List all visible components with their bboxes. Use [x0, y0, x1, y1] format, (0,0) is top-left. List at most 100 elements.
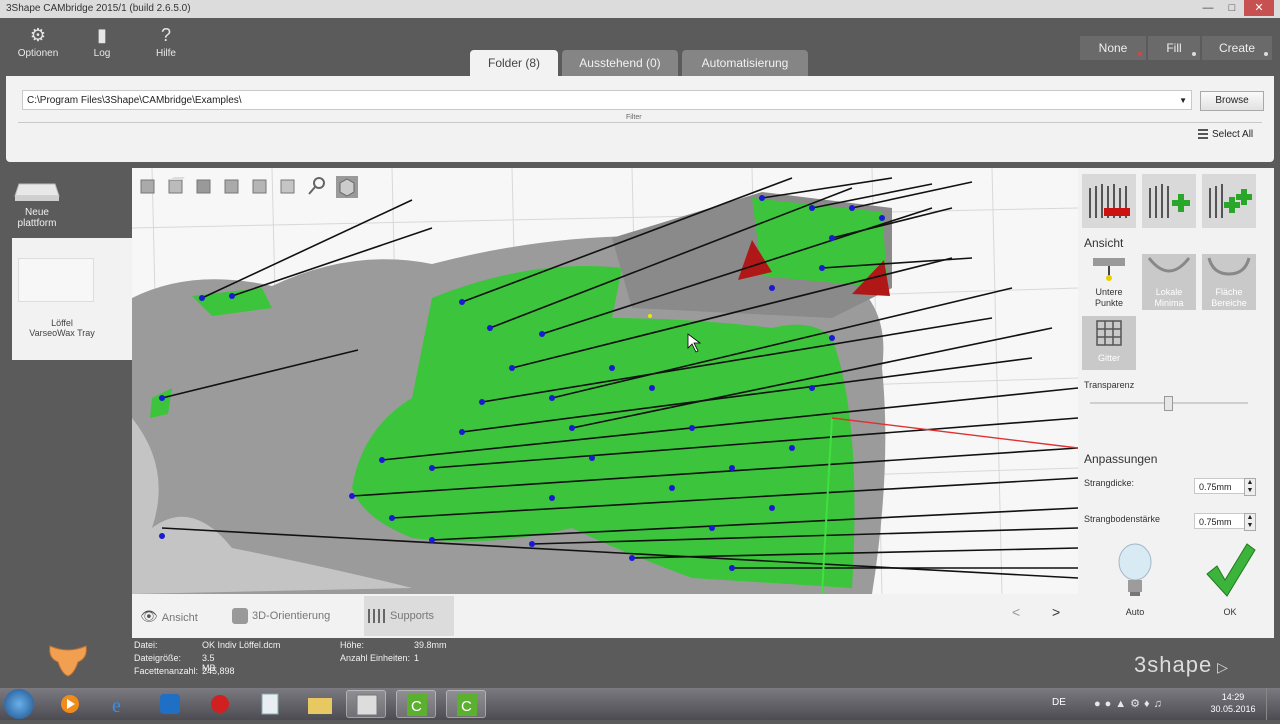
tab-pending[interactable]: Ausstehend (0): [562, 50, 678, 76]
view-front-icon[interactable]: [138, 176, 158, 196]
view-right-icon[interactable]: [222, 176, 242, 196]
maximize-button[interactable]: □: [1220, 0, 1244, 16]
grid-icon: [1096, 320, 1122, 346]
view-heading: Ansicht: [1084, 236, 1124, 250]
grid-toggle-button[interactable]: Gitter: [1082, 316, 1136, 370]
tab-view[interactable]: 👁 Ansicht: [140, 596, 230, 636]
options-label: Optionen: [17, 48, 59, 59]
tab-3d-orientation[interactable]: 3D-Orientierung: [232, 596, 352, 636]
tray-name-line2: VarseoWax Tray: [29, 328, 95, 338]
options-button[interactable]: ⚙ Optionen: [8, 22, 68, 59]
transparency-label: Transparenz: [1084, 380, 1135, 390]
status-dot: [1264, 52, 1268, 56]
strand-thickness-spinner[interactable]: ▲ ▼: [1244, 478, 1256, 496]
strand-base-thickness-spinner[interactable]: ▲ ▼: [1244, 513, 1256, 531]
tray-item[interactable]: Löffel VarseoWax Tray: [12, 238, 132, 360]
bottom-tab-bar: 👁 Ansicht 3D-Orientierung Supports < >: [132, 594, 1078, 638]
browser-icon[interactable]: e: [100, 690, 140, 718]
view-top-icon[interactable]: [250, 176, 270, 196]
main-toolbar: ⚙ Optionen ▮ Log ? Hilfe Folder (8) Auss…: [0, 18, 1280, 76]
tab-folder-label: Folder (8): [487, 56, 540, 70]
question-icon: ?: [160, 25, 171, 45]
orientation-icon: [232, 608, 248, 625]
lower-points-button[interactable]: Untere Punkte: [1082, 254, 1136, 310]
clock-date: 30.05.2016: [1210, 704, 1256, 714]
create-label: Create: [1218, 41, 1256, 55]
flat-areas-icon: [1207, 257, 1251, 276]
clock[interactable]: 14:29 30.05.2016: [1210, 691, 1256, 715]
media-player-icon[interactable]: [50, 690, 90, 718]
close-button[interactable]: ✕: [1244, 0, 1274, 16]
tray-icons[interactable]: ●●▲⚙♦♫: [1094, 697, 1166, 710]
lower-points-icon: [1093, 258, 1125, 281]
teamviewer-icon[interactable]: [150, 690, 190, 718]
minimize-button[interactable]: —: [1196, 0, 1220, 16]
filter-toggle[interactable]: Filter: [626, 114, 642, 121]
add-support-icon[interactable]: [1142, 174, 1196, 228]
auto-label: Auto: [1125, 607, 1145, 617]
create-button[interactable]: Create: [1202, 36, 1272, 60]
view-left-icon[interactable]: [194, 176, 214, 196]
pdf-icon[interactable]: [200, 690, 240, 718]
auto-button[interactable]: Auto: [1108, 540, 1162, 617]
cambridge-icon[interactable]: C: [396, 690, 436, 718]
flat-areas-button[interactable]: Fläche Bereiche: [1202, 254, 1256, 310]
new-platform-button[interactable]: Neue plattform: [10, 176, 64, 229]
ok-label: OK: [1223, 607, 1237, 617]
transparency-slider-thumb[interactable]: [1164, 396, 1173, 411]
view-bottom-icon[interactable]: [278, 176, 298, 196]
prev-button[interactable]: <: [1012, 604, 1020, 620]
gear-icon: ⚙: [29, 25, 47, 45]
select-all-button[interactable]: Select All: [1198, 129, 1253, 140]
tab-automation[interactable]: Automatisierung: [682, 50, 808, 76]
document-app-icon[interactable]: [250, 690, 290, 718]
start-button[interactable]: [4, 689, 34, 719]
folder-icon[interactable]: [300, 690, 340, 718]
next-button[interactable]: >: [1052, 604, 1060, 620]
document-icon: ▮: [97, 25, 107, 45]
cambridge-icon[interactable]: C: [446, 690, 486, 718]
view-3d-cube-icon[interactable]: [336, 176, 358, 198]
height-value: 39.8mm: [414, 640, 447, 650]
select-all-label: Select All: [1212, 129, 1254, 140]
folder-path-field[interactable]: C:\Program Files\3Shape\CAMbridge\Exampl…: [22, 90, 1192, 110]
fill-button[interactable]: Fill: [1148, 36, 1200, 60]
model-canvas[interactable]: [132, 168, 1078, 594]
3d-viewport[interactable]: [132, 168, 1078, 594]
grid-label: Gitter: [1097, 353, 1120, 363]
dropdown-arrow-icon[interactable]: ▼: [1179, 91, 1187, 111]
units-value: 1: [414, 653, 420, 663]
tab-folder[interactable]: Folder (8): [470, 50, 558, 76]
help-button[interactable]: ? Hilfe: [136, 22, 196, 59]
platform-panel: Neue plattform Löffel VarseoWax Tray: [0, 168, 132, 677]
local-minima-button[interactable]: Lokale Minima: [1142, 254, 1196, 310]
tray-thumbnail: [18, 258, 94, 302]
help-label: Hilfe: [155, 48, 176, 59]
tray-name: Löffel VarseoWax Tray: [12, 318, 112, 338]
show-desktop-button[interactable]: [1266, 688, 1280, 720]
window-title-bar: 3Shape CAMbridge 2015/1 (build 2.6.5.0) …: [0, 0, 1280, 18]
tab-automation-label: Automatisierung: [701, 56, 789, 70]
tab-view-label: Ansicht: [161, 612, 198, 624]
none-button[interactable]: None: [1080, 36, 1146, 60]
height-label: Höhe:: [340, 640, 365, 650]
remove-supports-icon[interactable]: [1082, 174, 1136, 228]
browse-button[interactable]: Browse: [1200, 91, 1264, 111]
language-indicator[interactable]: DE: [1052, 697, 1066, 708]
new-platform-label: Neue plattform: [17, 207, 57, 229]
lightbulb-icon: [1118, 543, 1152, 596]
checkmark-icon: [1206, 543, 1256, 597]
supports-panel: Ansicht Untere Punkte Lokale Minima Fläc…: [1078, 168, 1274, 638]
add-multiple-supports-icon[interactable]: [1202, 174, 1256, 228]
app-window-icon[interactable]: [346, 690, 386, 718]
local-minima-label: Lokale Minima: [1154, 287, 1184, 308]
log-button[interactable]: ▮ Log: [72, 22, 132, 59]
size-label: Dateigröße:: [134, 653, 182, 663]
status-dot: [1192, 52, 1196, 56]
brand-arrow-icon: ▷: [1212, 659, 1229, 675]
tab-supports-label: Supports: [390, 610, 435, 622]
zoom-icon[interactable]: [306, 176, 326, 196]
ok-button[interactable]: OK: [1202, 540, 1258, 617]
tab-supports[interactable]: Supports: [364, 596, 454, 636]
view-back-icon[interactable]: [166, 176, 186, 196]
